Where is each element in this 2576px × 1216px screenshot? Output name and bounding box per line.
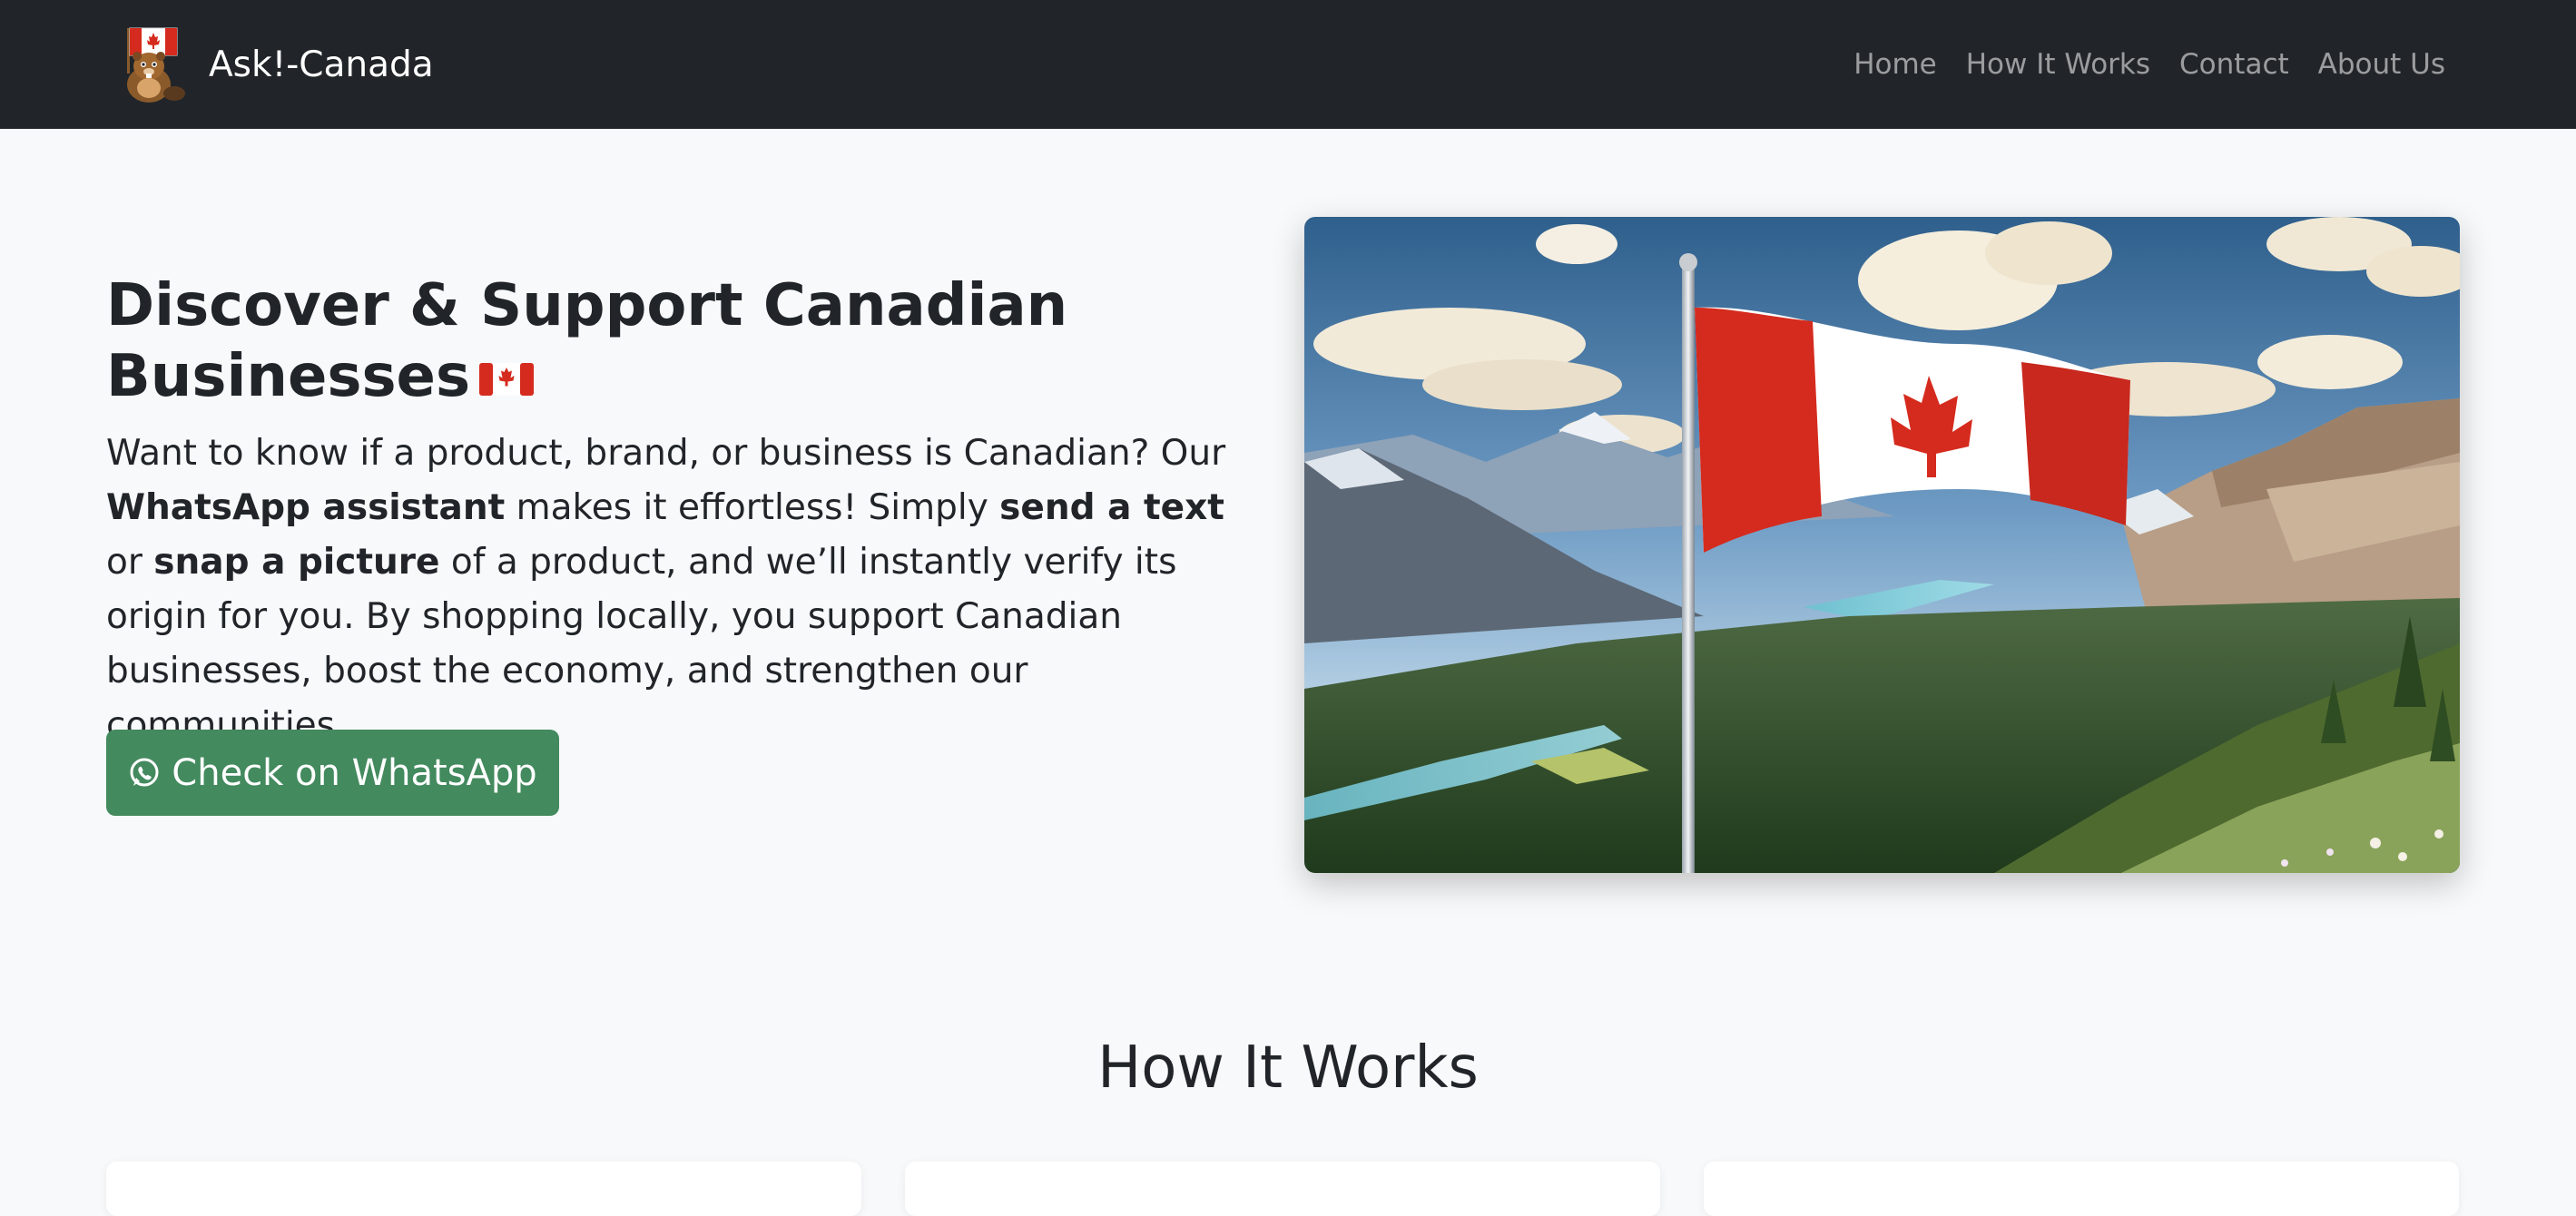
- check-on-whatsapp-button[interactable]: Check on WhatsApp: [106, 730, 559, 816]
- hero-description-text: or: [106, 542, 154, 583]
- hero-title-text: Discover & Support Canadian Businesses: [106, 272, 1068, 410]
- hero-description-text: Want to know if a product, brand, or bus…: [106, 433, 1226, 474]
- check-on-whatsapp-label: Check on WhatsApp: [172, 751, 537, 794]
- nav-link-contact[interactable]: Contact: [2179, 48, 2289, 81]
- nav-link-about-us[interactable]: About Us: [2318, 48, 2445, 81]
- how-it-works-card: [1704, 1162, 2459, 1216]
- nav-link-home[interactable]: Home: [1853, 48, 1937, 81]
- navbar: Ask!-Canada Home How It Works Contact Ab…: [0, 0, 2576, 129]
- canada-flag-icon: [479, 363, 535, 397]
- nav-link-how-it-works[interactable]: How It Works: [1966, 48, 2150, 81]
- highlight-snap-a-picture: snap a picture: [153, 542, 440, 583]
- highlight-whatsapp-assistant: WhatsApp assistant: [106, 487, 506, 528]
- how-it-works-card: [106, 1162, 861, 1216]
- how-it-works-title: How It Works: [1097, 1035, 1479, 1102]
- canadian-flag-mountains-image: [1304, 217, 2460, 873]
- brand[interactable]: Ask!-Canada: [114, 24, 434, 105]
- how-it-works-card: [905, 1162, 1660, 1216]
- highlight-send-a-text: send a text: [999, 487, 1224, 528]
- brand-name: Ask!-Canada: [209, 44, 434, 85]
- hero-description: Want to know if a product, brand, or bus…: [106, 427, 1259, 753]
- hero-title: Discover & Support Canadian Businesses: [106, 270, 1250, 412]
- beaver-flag-logo-icon: [127, 27, 185, 103]
- hero-description-text: makes it effortless! Simply: [505, 487, 1000, 528]
- nav-links: Home How It Works Contact About Us: [1824, 0, 2445, 129]
- whatsapp-icon: [130, 758, 159, 786]
